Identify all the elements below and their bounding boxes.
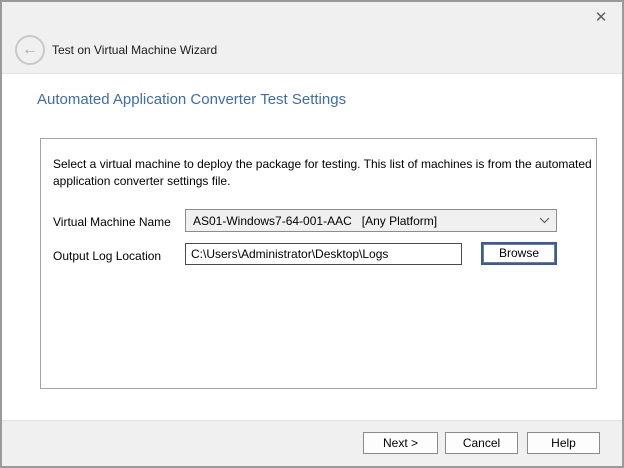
wizard-window: ← Test on Virtual Machine Wizard ✕ Autom…	[0, 0, 624, 468]
back-button[interactable]: ←	[15, 35, 45, 65]
close-icon: ✕	[595, 9, 608, 26]
browse-button[interactable]: Browse	[481, 242, 557, 265]
description-text: Select a virtual machine to deploy the p…	[53, 156, 592, 190]
output-log-location-label: Output Log Location	[53, 249, 161, 263]
window-title: Test on Virtual Machine Wizard	[52, 35, 217, 65]
next-button[interactable]: Next >	[363, 432, 438, 454]
wizard-footer: Next > Cancel Help	[2, 420, 622, 466]
help-button[interactable]: Help	[527, 432, 600, 454]
settings-group-box: Select a virtual machine to deploy the p…	[40, 138, 597, 389]
description-line: Select a virtual machine to deploy the p…	[53, 156, 592, 173]
cancel-button[interactable]: Cancel	[445, 432, 518, 454]
description-line: application converter settings file.	[53, 173, 592, 190]
virtual-machine-selected-value: AS01-Windows7-64-001-AAC [Any Platform]	[186, 214, 532, 228]
output-log-location-input[interactable]	[185, 243, 462, 265]
virtual-machine-dropdown[interactable]: AS01-Windows7-64-001-AAC [Any Platform]	[185, 209, 557, 232]
back-arrow-icon: ←	[22, 41, 38, 58]
page-title: Automated Application Converter Test Set…	[37, 91, 346, 108]
chevron-down-icon	[532, 217, 556, 224]
close-button[interactable]: ✕	[588, 6, 614, 30]
virtual-machine-name-label: Virtual Machine Name	[53, 215, 171, 229]
wizard-header: ← Test on Virtual Machine Wizard ✕	[2, 2, 622, 74]
